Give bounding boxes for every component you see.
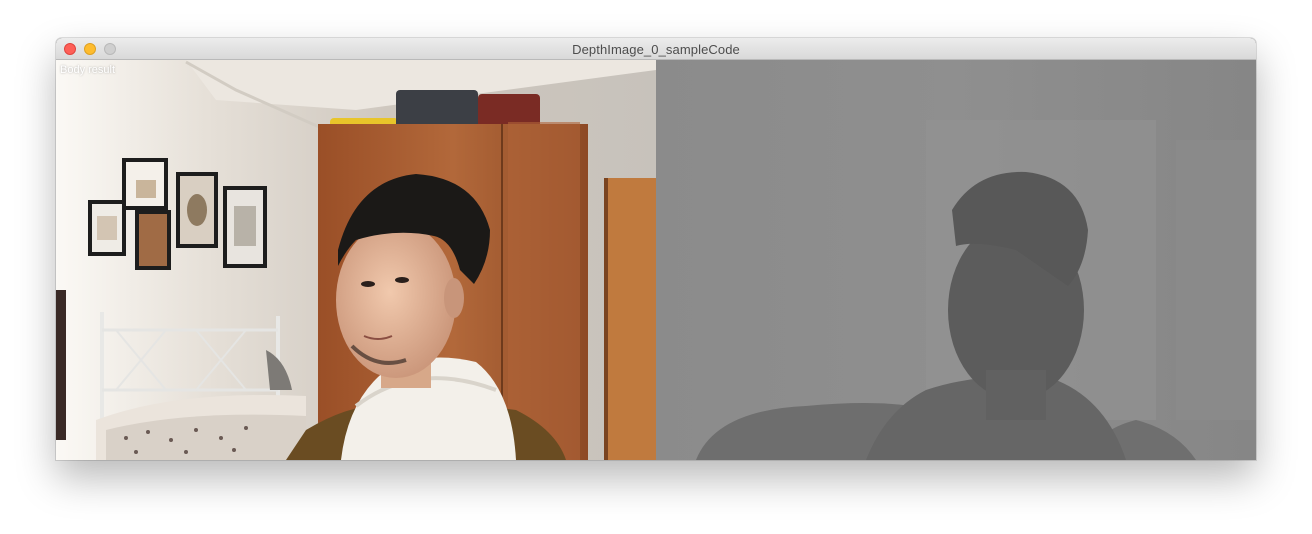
window-content: Body result — [56, 60, 1256, 460]
window-title: DepthImage_0_sampleCode — [572, 42, 740, 57]
depth-view — [656, 60, 1256, 460]
camera-view: Body result — [56, 60, 656, 460]
depth-image — [656, 60, 1256, 460]
door — [604, 178, 656, 460]
overlay-label: Body result — [60, 64, 116, 76]
app-window: DepthImage_0_sampleCode Body result — [56, 38, 1256, 460]
camera-image — [56, 60, 656, 460]
title-bar[interactable]: DepthImage_0_sampleCode — [56, 38, 1256, 60]
